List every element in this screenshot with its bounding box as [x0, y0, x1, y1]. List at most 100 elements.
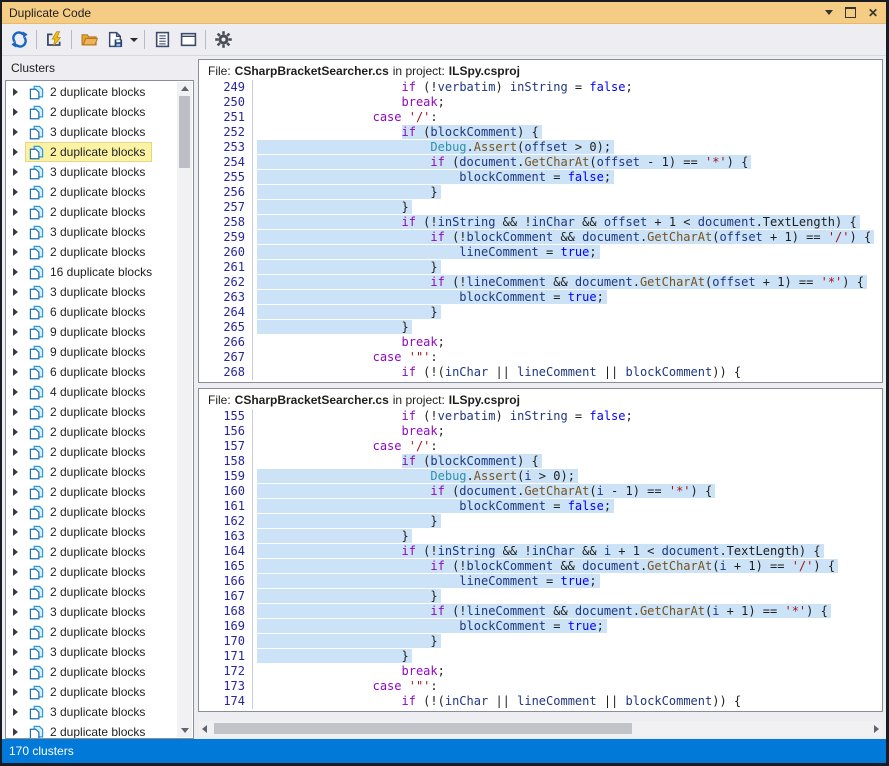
export-dropdown-button[interactable] — [128, 28, 140, 52]
expander-icon[interactable] — [13, 548, 18, 556]
scroll-left-button[interactable] — [198, 721, 211, 736]
code-line[interactable]: 164 if (!inString && !inChar && i + 1 < … — [199, 544, 882, 559]
code-line[interactable]: 250 break; — [199, 95, 882, 110]
cluster-tree-item[interactable]: 9 duplicate blocks — [6, 322, 177, 342]
expander-icon[interactable] — [13, 708, 18, 716]
window-view-button[interactable] — [175, 28, 201, 52]
code-line[interactable]: 155 if (!verbatim) inString = false; — [199, 409, 882, 424]
code-line[interactable]: 160 if (document.GetCharAt(i - 1) == '*'… — [199, 484, 882, 499]
cluster-tree-item[interactable]: 6 duplicate blocks — [6, 362, 177, 382]
cluster-tree-item[interactable]: 16 duplicate blocks — [6, 262, 177, 282]
cluster-tree-item[interactable]: 2 duplicate blocks — [6, 502, 177, 522]
expander-icon[interactable] — [13, 328, 18, 336]
cluster-tree-item[interactable]: 3 duplicate blocks — [6, 642, 177, 662]
expander-icon[interactable] — [13, 588, 18, 596]
code-line[interactable]: 158 if (blockComment) { — [199, 454, 882, 469]
code-line[interactable]: 258 if (!inString && !inChar && offset +… — [199, 215, 882, 230]
code-line[interactable]: 265 } — [199, 320, 882, 335]
expander-icon[interactable] — [13, 388, 18, 396]
code-line[interactable]: 161 blockComment = false; — [199, 499, 882, 514]
code-line[interactable]: 249 if (!verbatim) inString = false; — [199, 80, 882, 95]
expander-icon[interactable] — [13, 468, 18, 476]
code-line[interactable]: 174 if (!(inChar || lineComment || block… — [199, 694, 882, 709]
code-line[interactable]: 172 break; — [199, 664, 882, 679]
scroll-right-button[interactable] — [870, 721, 883, 736]
code-line[interactable]: 169 blockComment = true; — [199, 619, 882, 634]
expander-icon[interactable] — [13, 248, 18, 256]
cluster-tree-item[interactable]: 2 duplicate blocks — [6, 662, 177, 682]
scroll-up-button[interactable] — [177, 82, 192, 95]
expander-icon[interactable] — [13, 608, 18, 616]
expander-icon[interactable] — [13, 668, 18, 676]
expander-icon[interactable] — [13, 448, 18, 456]
code-line[interactable]: 259 if (!blockComment && document.GetCha… — [199, 230, 882, 245]
code-line[interactable]: 159 Debug.Assert(i > 0); — [199, 469, 882, 484]
cluster-tree-item[interactable]: 3 duplicate blocks — [6, 602, 177, 622]
cluster-tree-item[interactable]: 2 duplicate blocks — [6, 202, 177, 222]
expander-icon[interactable] — [13, 348, 18, 356]
horizontal-scrollbar[interactable] — [198, 721, 883, 736]
code-line[interactable]: 167 } — [199, 589, 882, 604]
code-line[interactable]: 156 break; — [199, 424, 882, 439]
code-line[interactable]: 268 if (!(inChar || lineComment || block… — [199, 365, 882, 380]
expander-icon[interactable] — [13, 648, 18, 656]
scroll-down-button[interactable] — [177, 724, 192, 737]
cluster-tree-item[interactable]: 3 duplicate blocks — [6, 282, 177, 302]
code-line[interactable]: 162 } — [199, 514, 882, 529]
code-line[interactable]: 267 case '"': — [199, 350, 882, 365]
code-line[interactable]: 252 if (blockComment) { — [199, 125, 882, 140]
cluster-tree-item[interactable]: 3 duplicate blocks — [6, 702, 177, 722]
titlebar[interactable]: Duplicate Code ✕ — [2, 2, 886, 24]
cluster-tree-item[interactable]: 2 duplicate blocks — [6, 422, 177, 442]
expander-icon[interactable] — [13, 688, 18, 696]
scrollbar-thumb[interactable] — [214, 723, 632, 734]
expander-icon[interactable] — [13, 188, 18, 196]
expander-icon[interactable] — [13, 308, 18, 316]
expander-icon[interactable] — [13, 508, 18, 516]
cluster-tree-item[interactable]: 2 duplicate blocks — [6, 242, 177, 262]
cluster-tree-item[interactable]: 2 duplicate blocks — [6, 442, 177, 462]
code-line[interactable]: 256 } — [199, 185, 882, 200]
expander-icon[interactable] — [13, 108, 18, 116]
window-menu-button[interactable] — [825, 5, 833, 21]
expander-icon[interactable] — [13, 208, 18, 216]
cluster-tree-item[interactable]: 2 duplicate blocks — [6, 402, 177, 422]
code-line[interactable]: 262 if (!lineComment && document.GetChar… — [199, 275, 882, 290]
code-line[interactable]: 260 lineComment = true; — [199, 245, 882, 260]
maximize-button[interactable] — [845, 5, 856, 21]
export-save-button[interactable] — [102, 28, 128, 52]
expander-icon[interactable] — [13, 368, 18, 376]
cluster-tree-item[interactable]: 2 duplicate blocks — [6, 582, 177, 602]
code-line[interactable]: 173 case '"': — [199, 679, 882, 694]
code-line[interactable]: 171 } — [199, 649, 882, 664]
expander-icon[interactable] — [13, 528, 18, 536]
code-line[interactable]: 254 if (document.GetCharAt(offset - 1) =… — [199, 155, 882, 170]
cluster-tree-item[interactable]: 2 duplicate blocks — [6, 722, 177, 738]
settings-button[interactable] — [210, 28, 236, 52]
cluster-tree-item[interactable]: 2 duplicate blocks — [6, 102, 177, 122]
code-line[interactable]: 251 case '/': — [199, 110, 882, 125]
expander-icon[interactable] — [13, 628, 18, 636]
cluster-tree-item[interactable]: 2 duplicate blocks — [6, 562, 177, 582]
code-line[interactable]: 263 blockComment = true; — [199, 290, 882, 305]
cluster-tree-item[interactable]: 2 duplicate blocks — [6, 82, 177, 102]
cluster-tree-item[interactable]: 6 duplicate blocks — [6, 302, 177, 322]
expander-icon[interactable] — [13, 228, 18, 236]
code-line[interactable]: 166 lineComment = true; — [199, 574, 882, 589]
code-line[interactable]: 168 if (!lineComment && document.GetChar… — [199, 604, 882, 619]
expander-icon[interactable] — [13, 168, 18, 176]
cluster-tree-item[interactable]: 3 duplicate blocks — [6, 122, 177, 142]
code-line[interactable]: 257 } — [199, 200, 882, 215]
code-line[interactable]: 157 case '/': — [199, 439, 882, 454]
expander-icon[interactable] — [13, 128, 18, 136]
code-line[interactable]: 253 Debug.Assert(offset > 0); — [199, 140, 882, 155]
refresh-button[interactable] — [6, 28, 32, 52]
cluster-tree-item[interactable]: 2 duplicate blocks — [6, 142, 177, 162]
open-folder-button[interactable] — [76, 28, 102, 52]
cluster-tree-item[interactable]: 2 duplicate blocks — [6, 522, 177, 542]
cluster-tree-item[interactable]: 3 duplicate blocks — [6, 162, 177, 182]
cluster-tree-item[interactable]: 2 duplicate blocks — [6, 622, 177, 642]
code-line[interactable]: 255 blockComment = false; — [199, 170, 882, 185]
report-view-button[interactable] — [149, 28, 175, 52]
expander-icon[interactable] — [13, 268, 18, 276]
